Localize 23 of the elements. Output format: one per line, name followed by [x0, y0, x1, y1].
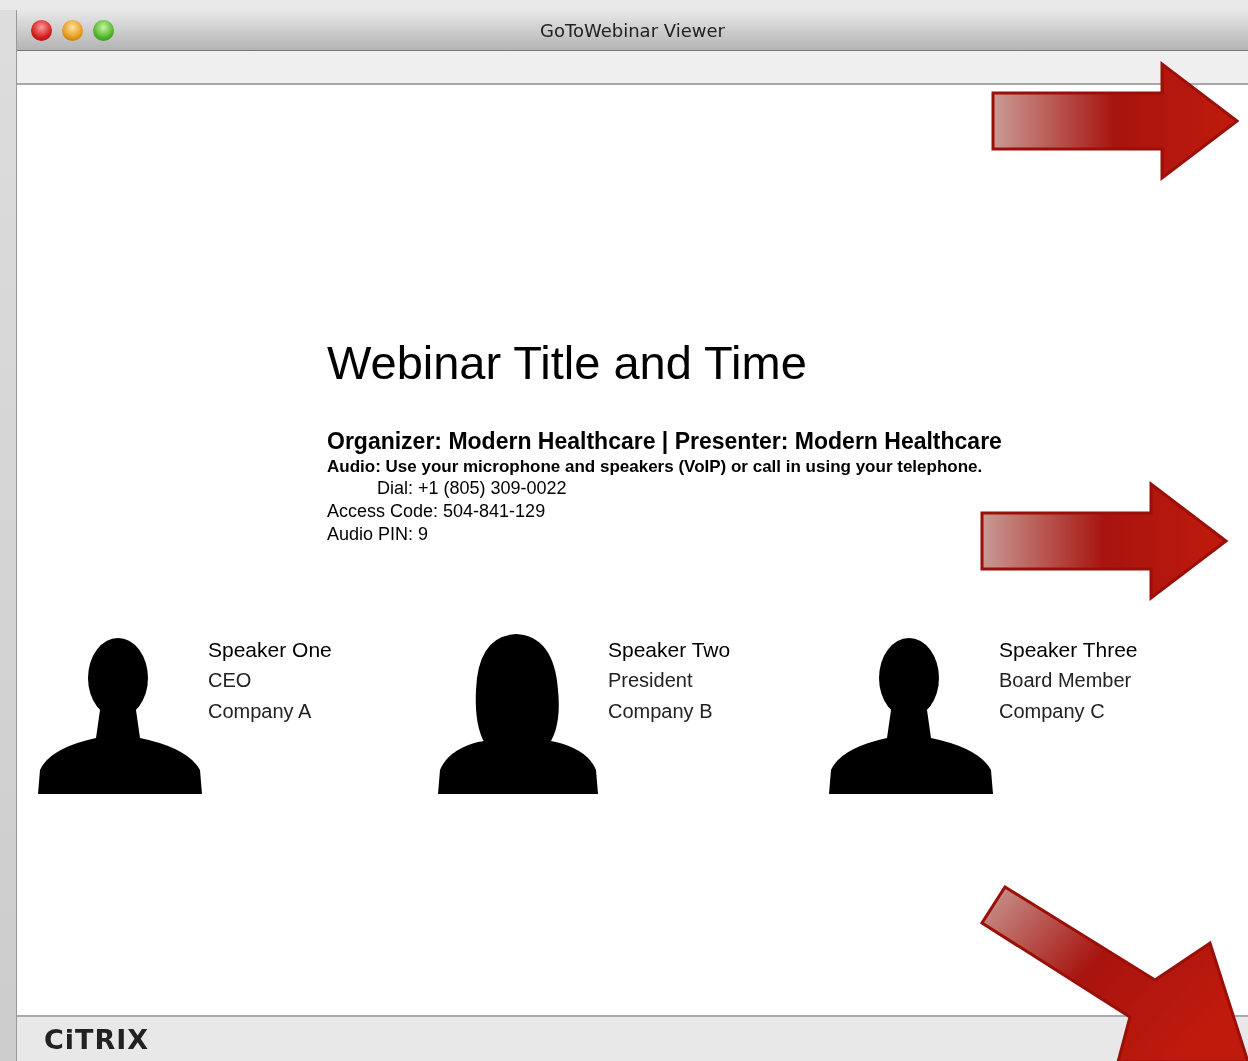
speaker-role: CEO	[208, 668, 253, 693]
speaker-name: Speaker Three	[999, 637, 1138, 663]
citrix-logo: CiTRIX	[44, 1023, 150, 1055]
speaker-name: Speaker Two	[608, 637, 731, 663]
slide-title: Webinar Title and Time	[327, 335, 808, 390]
audio-text: Audio: Use your microphone and speakers (VoIP) or call in using your telephone.	[327, 457, 984, 477]
dial-text: Dial: +1 (805) 309-0022	[376, 477, 568, 500]
window-title: GoToWebinar Viewer	[540, 19, 725, 41]
arrow-icon	[990, 61, 1240, 181]
close-icon[interactable]	[31, 19, 52, 41]
speaker-role: President	[608, 668, 694, 693]
minimize-icon[interactable]	[62, 19, 83, 41]
arrow-icon	[980, 885, 1248, 1061]
organizer-text: Organizer: Modern Healthcare | Presenter: Modern Healthcare	[327, 428, 1003, 455]
speaker-company: Company B	[608, 699, 714, 724]
speaker-company: Company C	[999, 699, 1106, 724]
speaker-company: Company A	[208, 699, 313, 724]
audio-pin-text: Audio PIN: 9	[327, 523, 430, 546]
arrow-icon	[979, 481, 1229, 601]
access-code-text: Access Code: 504-841-129	[327, 500, 547, 523]
zoom-icon[interactable]	[93, 19, 114, 41]
speaker-role: Board Member	[999, 668, 1133, 693]
speaker-name: Speaker One	[208, 637, 332, 663]
